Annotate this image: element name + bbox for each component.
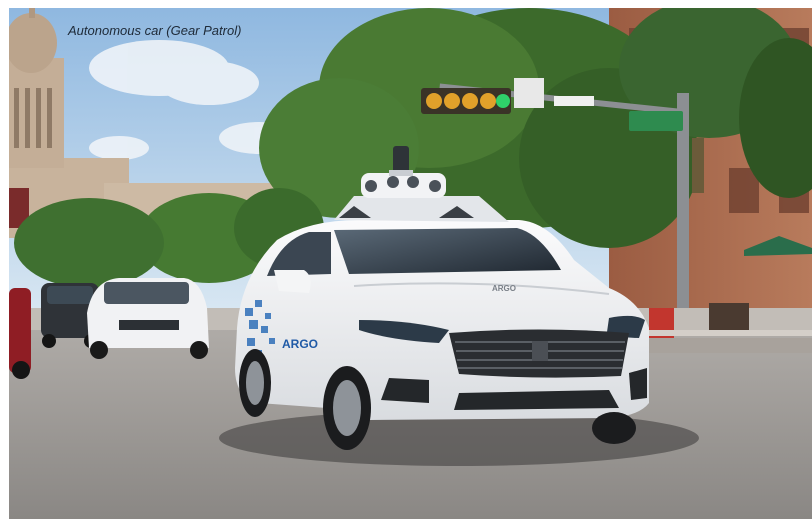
background-red-car (9, 288, 31, 379)
photo-caption: Autonomous car (Gear Patrol) (68, 23, 242, 38)
side-logo-text: ARGO (282, 337, 318, 351)
street-sign (629, 111, 683, 131)
hood-logo-text: ARGO (492, 284, 516, 293)
front-right-wheel (592, 412, 636, 444)
autonomous-car-photo: ARGO ARGO (9, 8, 812, 519)
front-left-wheel (323, 366, 371, 450)
rear-left-wheel (239, 349, 271, 417)
photo-frame: ARGO ARGO (9, 8, 812, 519)
lidar-unit (393, 146, 409, 174)
background-white-sedan (87, 278, 209, 359)
